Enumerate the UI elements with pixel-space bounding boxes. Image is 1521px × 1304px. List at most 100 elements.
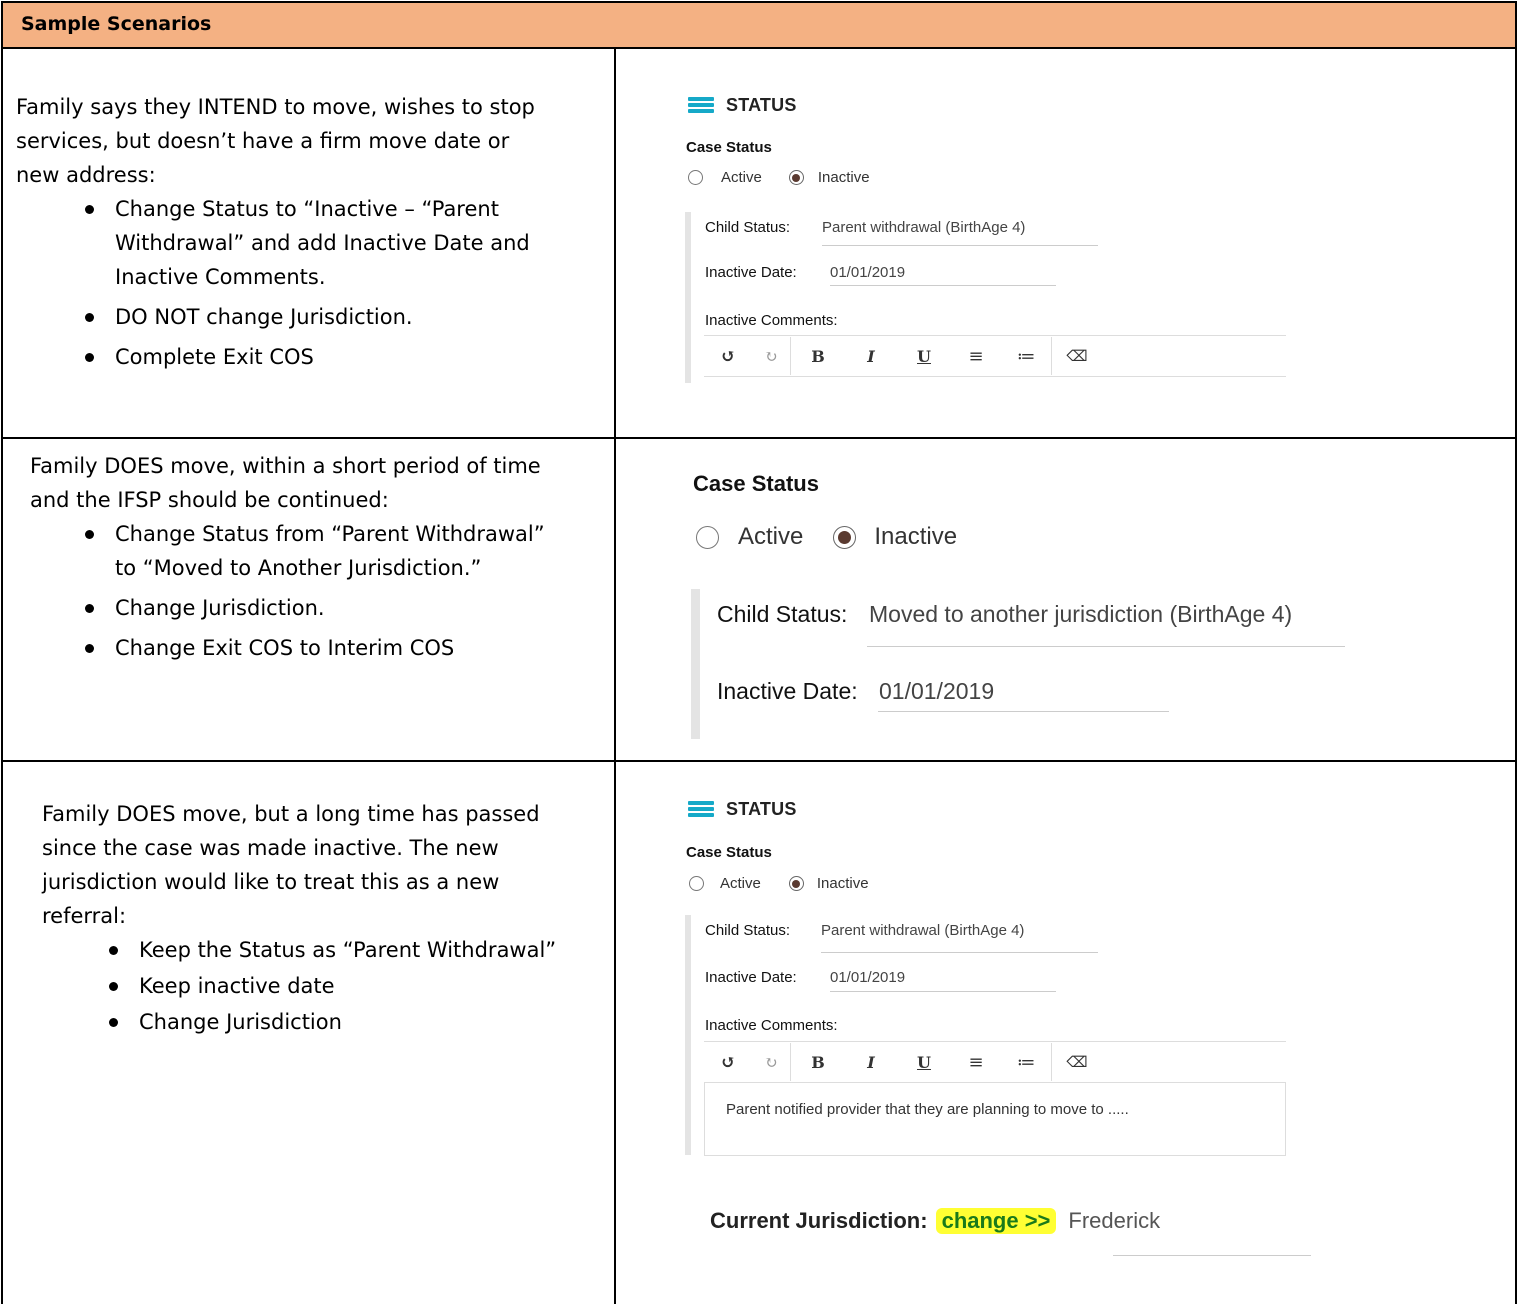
scenario-3-intro: Family DOES move, but a long time has pa… bbox=[42, 802, 540, 928]
child-status-label: Child Status: bbox=[705, 922, 791, 939]
comments-text: Parent notified provider that they are p… bbox=[726, 1101, 1129, 1118]
child-status-value[interactable]: Parent withdrawal (BirthAge 4) bbox=[821, 922, 1024, 939]
inactive-date-label: Inactive Date: bbox=[705, 264, 797, 281]
inactive-comments-label: Inactive Comments: bbox=[705, 312, 838, 329]
bold-icon[interactable]: B bbox=[791, 347, 845, 366]
list-item: Change Status to “Inactive – “Parent Wit… bbox=[85, 192, 556, 294]
detail-indent-bar bbox=[691, 589, 700, 739]
inactive-date-label: Inactive Date: bbox=[717, 678, 858, 704]
radio-inactive-label: Inactive bbox=[816, 875, 869, 892]
redo-icon[interactable]: ↻ bbox=[752, 1053, 790, 1072]
italic-icon[interactable]: I bbox=[845, 1053, 897, 1072]
jurisdiction-value[interactable]: Frederick bbox=[1068, 1208, 1160, 1234]
list-item: Change Jurisdiction. bbox=[85, 591, 550, 625]
menu-icon[interactable] bbox=[688, 97, 714, 114]
radio-inactive[interactable] bbox=[788, 876, 804, 891]
radio-active-label: Active bbox=[738, 523, 804, 550]
child-status-value[interactable]: Parent withdrawal (BirthAge 4) bbox=[822, 219, 1025, 236]
case-status-label: Case Status bbox=[686, 139, 772, 156]
scenario-1-steps: Change Status to “Inactive – “Parent Wit… bbox=[85, 192, 556, 374]
comments-editor[interactable]: Parent notified provider that they are p… bbox=[704, 1083, 1286, 1156]
inactive-date-label: Inactive Date: bbox=[705, 969, 797, 986]
child-status-value[interactable]: Moved to another jurisdiction (BirthAge … bbox=[869, 601, 1292, 628]
detail-indent-bar bbox=[685, 915, 691, 1155]
table-title: Sample Scenarios bbox=[21, 13, 212, 35]
status-panel-2: Case Status Active Inactive Child Status… bbox=[616, 439, 1515, 760]
radio-dot bbox=[838, 530, 852, 544]
case-status-radios: Active Inactive bbox=[689, 875, 869, 892]
inactive-date-underline bbox=[830, 991, 1056, 992]
status-panel-1: STATUS Case Status Active Inactive Child… bbox=[616, 49, 1515, 437]
table-header: Sample Scenarios bbox=[1, 1, 1517, 49]
child-status-underline bbox=[867, 646, 1345, 647]
list-item: Change Exit COS to Interim COS bbox=[85, 631, 550, 665]
radio-inactive[interactable] bbox=[833, 525, 857, 549]
table-border-left bbox=[1, 47, 3, 1304]
radio-inactive[interactable] bbox=[788, 170, 804, 185]
radio-inactive-label: Inactive bbox=[817, 169, 870, 186]
scenario-3-text: Family DOES move, but a long time has pa… bbox=[42, 797, 587, 1039]
current-jurisdiction-row: Current Jurisdiction: change >> Frederic… bbox=[710, 1208, 1160, 1234]
radio-active[interactable] bbox=[696, 525, 719, 549]
scenario-1-text: Family says they INTEND to move, wishes … bbox=[16, 90, 556, 374]
redo-icon[interactable]: ↻ bbox=[752, 347, 790, 366]
scenario-2-intro: Family DOES move, within a short period … bbox=[30, 454, 541, 512]
list-item: Keep the Status as “Parent Withdrawal” bbox=[109, 933, 587, 967]
scenario-2-text: Family DOES move, within a short period … bbox=[30, 449, 550, 665]
table-border-right bbox=[1515, 47, 1517, 1304]
inactive-date-underline bbox=[830, 285, 1056, 286]
ordered-list-icon[interactable]: ≡ bbox=[951, 346, 1001, 367]
case-status-label: Case Status bbox=[693, 471, 819, 496]
inactive-date-value[interactable]: 01/01/2019 bbox=[879, 678, 994, 705]
list-item: Change Status from “Parent Withdrawal” t… bbox=[85, 517, 550, 585]
status-header: STATUS bbox=[688, 95, 797, 116]
detail-indent-bar bbox=[685, 212, 691, 383]
scenario-2-steps: Change Status from “Parent Withdrawal” t… bbox=[85, 517, 550, 665]
underline-icon[interactable]: U bbox=[897, 347, 951, 366]
status-title: STATUS bbox=[726, 95, 797, 115]
radio-active-label: Active bbox=[721, 169, 762, 186]
status-panel-3: STATUS Case Status Active Inactive Child… bbox=[616, 762, 1515, 1304]
inactive-comments-label: Inactive Comments: bbox=[705, 1017, 838, 1034]
scenarios-table: Sample Scenarios Family says they INTEND… bbox=[0, 0, 1521, 1304]
case-status-radios: Active Inactive bbox=[688, 169, 870, 186]
radio-active[interactable] bbox=[688, 170, 703, 185]
menu-icon[interactable] bbox=[688, 801, 714, 818]
radio-active-label: Active bbox=[720, 875, 761, 892]
underline-icon[interactable]: U bbox=[897, 1053, 951, 1072]
radio-dot bbox=[792, 173, 801, 182]
list-item: Change Jurisdiction bbox=[109, 1005, 587, 1039]
radio-active[interactable] bbox=[689, 876, 704, 891]
change-jurisdiction-link[interactable]: change >> bbox=[942, 1208, 1051, 1233]
bold-icon[interactable]: B bbox=[791, 1053, 845, 1072]
radio-inactive-label: Inactive bbox=[874, 523, 958, 550]
current-jurisdiction-label: Current Jurisdiction: bbox=[710, 1208, 928, 1233]
case-status-label: Case Status bbox=[686, 844, 772, 861]
status-header: STATUS bbox=[688, 799, 797, 820]
list-item: Complete Exit COS bbox=[85, 340, 556, 374]
inactive-date-value[interactable]: 01/01/2019 bbox=[830, 264, 905, 281]
undo-icon[interactable]: ↺ bbox=[704, 1052, 752, 1073]
editor-toolbar: ↺ ↻ B I U ≡ ≔ ⌫ bbox=[704, 1041, 1286, 1083]
eraser-icon[interactable]: ⌫ bbox=[1052, 1053, 1102, 1071]
eraser-icon[interactable]: ⌫ bbox=[1052, 347, 1102, 365]
inactive-date-underline bbox=[878, 711, 1169, 712]
scenario-3-steps: Keep the Status as “Parent Withdrawal” K… bbox=[109, 933, 587, 1039]
ordered-list-icon[interactable]: ≡ bbox=[951, 1052, 1001, 1073]
case-status-radios: Active Inactive bbox=[696, 523, 957, 551]
undo-icon[interactable]: ↺ bbox=[704, 346, 752, 367]
bullet-list-icon[interactable]: ≔ bbox=[1001, 346, 1051, 367]
bullet-list-icon[interactable]: ≔ bbox=[1001, 1052, 1051, 1073]
child-status-label: Child Status: bbox=[717, 601, 848, 627]
radio-dot bbox=[792, 879, 801, 888]
list-item: DO NOT change Jurisdiction. bbox=[85, 300, 556, 334]
child-status-label: Child Status: bbox=[705, 219, 791, 236]
change-link-highlight: change >> bbox=[935, 1208, 1057, 1234]
status-title: STATUS bbox=[726, 799, 797, 819]
italic-icon[interactable]: I bbox=[845, 347, 897, 366]
jurisdiction-underline bbox=[1113, 1255, 1311, 1256]
inactive-date-value[interactable]: 01/01/2019 bbox=[830, 969, 905, 986]
child-status-underline bbox=[822, 245, 1098, 246]
scenario-1-intro: Family says they INTEND to move, wishes … bbox=[16, 95, 535, 187]
list-item: Keep inactive date bbox=[109, 969, 587, 1003]
